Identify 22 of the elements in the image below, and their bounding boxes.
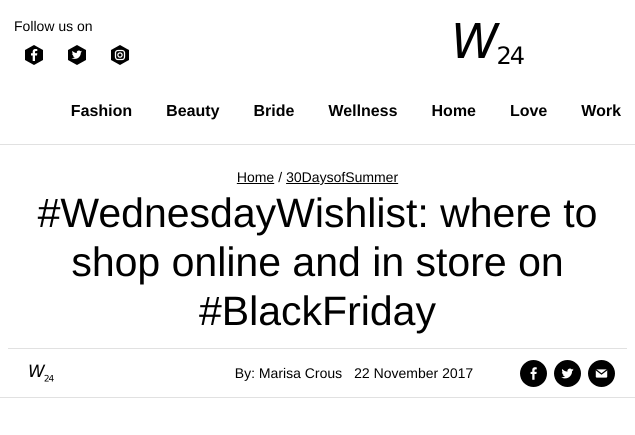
facebook-icon[interactable] bbox=[24, 44, 44, 66]
nav-link[interactable]: Bride bbox=[254, 103, 294, 123]
camera-icon[interactable] bbox=[110, 44, 130, 66]
nav-link[interactable]: Love bbox=[510, 103, 548, 123]
facebook-share-icon[interactable] bbox=[520, 360, 547, 386]
nav-link[interactable]: Wellness bbox=[328, 103, 398, 123]
nav-link[interactable]: Beauty bbox=[166, 103, 220, 123]
breadcrumb-separator: / bbox=[278, 169, 282, 185]
follow-label: Follow us on bbox=[14, 18, 94, 34]
email-share-icon[interactable] bbox=[588, 360, 615, 386]
twitter-share-icon[interactable] bbox=[554, 360, 581, 386]
nav-link[interactable]: Fashion bbox=[70, 103, 132, 123]
publish-date: 22 November 2017 bbox=[354, 365, 474, 381]
breadcrumb-link[interactable]: Home bbox=[236, 169, 274, 185]
nav-link[interactable]: Home bbox=[431, 103, 476, 123]
logo[interactable]: W$_{24}$ bbox=[450, 0, 635, 86]
article-title: #WednesdayWishlist: where to shop online and in store on #BlackFriday bbox=[36, 189, 598, 336]
breadcrumb-link[interactable]: 30DaysofSummer bbox=[286, 169, 398, 185]
nav-link[interactable]: Work bbox=[581, 103, 621, 123]
bird-icon[interactable] bbox=[67, 44, 87, 66]
author-name: By: Marisa Crous bbox=[234, 365, 342, 381]
logo[interactable]: W$_{24}$ bbox=[28, 362, 108, 384]
